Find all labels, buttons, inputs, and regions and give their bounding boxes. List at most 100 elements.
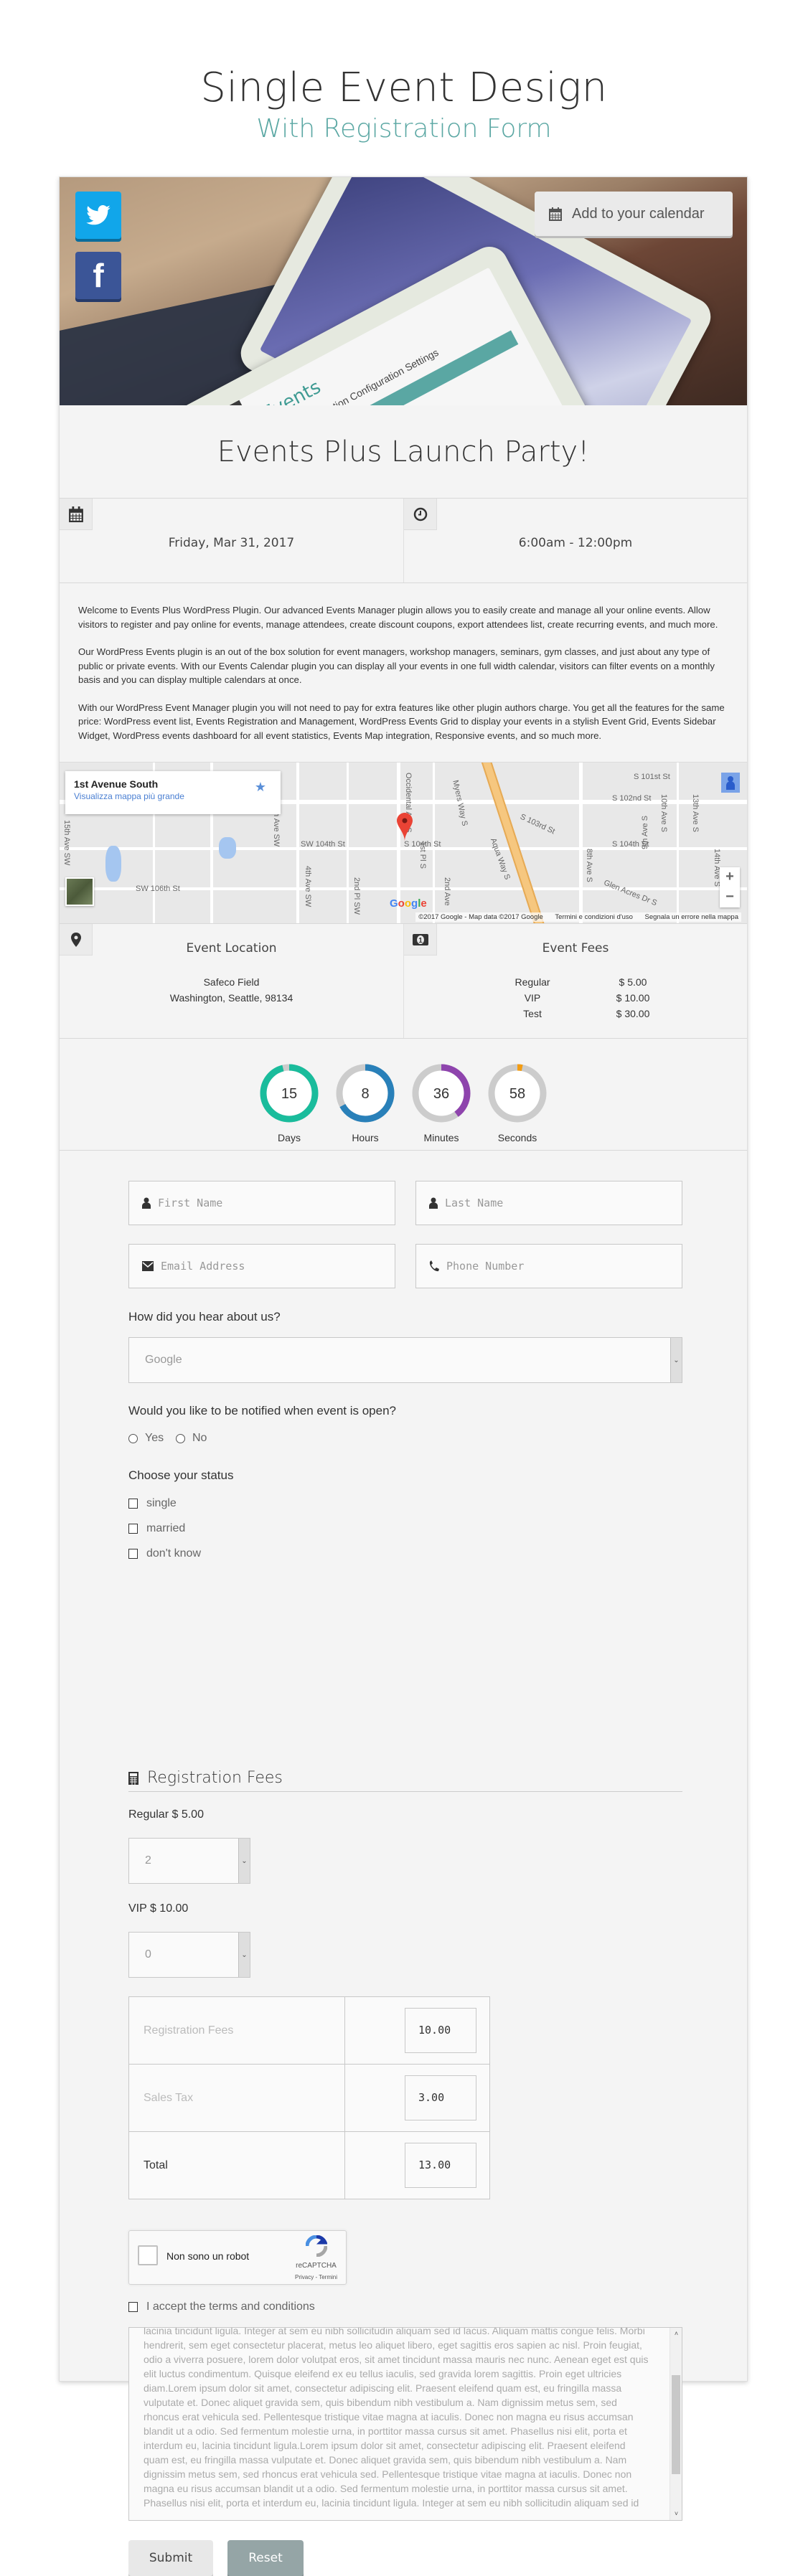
recaptcha-checkbox[interactable] — [138, 2245, 158, 2265]
reset-button[interactable]: Reset — [227, 2540, 304, 2576]
status-single-checkbox[interactable]: single — [128, 1497, 177, 1510]
summary-value: 10.00 — [405, 2008, 476, 2053]
checkbox[interactable] — [128, 1524, 138, 1534]
star-icon[interactable]: ★ — [255, 780, 266, 795]
phone-input[interactable] — [446, 1260, 676, 1273]
facebook-share-button[interactable]: f — [75, 252, 121, 299]
description-paragraph: Our WordPress Events plugin is an out of… — [78, 646, 715, 685]
chevron-down-icon: ⌄ — [238, 1839, 250, 1883]
status-married-checkbox[interactable]: married — [128, 1522, 185, 1535]
status-dontknow-checkbox[interactable]: don't know — [128, 1547, 201, 1560]
map-pin-icon[interactable] — [397, 813, 413, 841]
email-input[interactable] — [161, 1260, 390, 1273]
map-street-label: 2nd Ave — [443, 877, 451, 906]
calendar-icon — [549, 207, 562, 221]
first-name-input[interactable] — [158, 1197, 387, 1209]
location-venue: Safeco Field — [203, 976, 260, 988]
fees-heading: Event Fees — [542, 941, 609, 956]
location-address: Washington, Seattle, 98134 — [169, 992, 293, 1004]
regular-quantity-select[interactable]: 2 ⌄ — [128, 1838, 250, 1884]
countdown-ring: 58 — [488, 1064, 547, 1123]
radio-button[interactable] — [176, 1433, 185, 1443]
scroll-up-icon[interactable]: ˄ — [670, 2328, 682, 2340]
vip-quantity-select[interactable]: 0 ⌄ — [128, 1932, 250, 1978]
radio-button[interactable] — [128, 1433, 138, 1443]
summary-row: Total 13.00 — [128, 2131, 490, 2199]
recaptcha-icon — [305, 2235, 328, 2257]
summary-label: Sales Tax — [128, 2064, 345, 2132]
scrollbar-thumb[interactable] — [672, 2375, 680, 2474]
countdown-seconds: 58 Seconds — [479, 1063, 555, 1150]
user-icon — [142, 1197, 151, 1209]
event-card: Events Event Registration Configuration … — [59, 176, 748, 2576]
fees-summary-table: Registration Fees 10.00 Sales Tax 3.00 T… — [128, 1996, 490, 2199]
submit-button[interactable]: Submit — [128, 2540, 213, 2576]
summary-row: Registration Fees 10.00 — [128, 1996, 490, 2065]
fee-row: Test $ 30.00 — [523, 1008, 650, 1019]
terms-textarea[interactable]: lacinia tincidunt ligula. Integer at sem… — [128, 2327, 682, 2521]
notify-no-radio[interactable]: No — [176, 1432, 207, 1445]
map-street-label: SW 106th St — [136, 884, 180, 893]
countdown-hours: 8 Hours — [327, 1063, 403, 1150]
map-street-label: 1st Pl S — [418, 841, 427, 869]
map-street-label: 4th Ave SW — [304, 866, 312, 907]
notify-question-label: Would you like to be notified when event… — [128, 1404, 396, 1417]
fee-row: VIP $ 10.00 — [524, 992, 650, 1004]
map-terms-link[interactable]: Termini e condizioni d'uso — [545, 913, 632, 921]
map-report-link[interactable]: Segnala un errore nella mappa — [635, 913, 738, 921]
countdown-days: 15 Days — [251, 1063, 327, 1150]
add-to-calendar-label: Add to your calendar — [572, 205, 705, 222]
fees-table: Regular $ 5.00 VIP $ 10.00 Test $ 30.00 — [475, 974, 676, 1022]
recaptcha-logo: reCAPTCHA Privacy - Termini — [295, 2235, 337, 2283]
event-time-cell: 6:00am - 12:00pm — [403, 499, 747, 582]
map-zoom-in-button[interactable]: + — [720, 867, 740, 887]
recaptcha-links[interactable]: Privacy - Termini — [295, 2274, 337, 2280]
countdown-label: Hours — [352, 1132, 379, 1143]
registration-fees-heading: Registration Fees — [147, 1769, 283, 1787]
street-view-pegman-icon[interactable] — [721, 773, 740, 793]
phone-field[interactable] — [415, 1244, 682, 1288]
checkbox[interactable] — [128, 2302, 138, 2312]
terms-scrollbar[interactable]: ˄ ˅ — [670, 2328, 682, 2520]
countdown-timer: 15 Days 8 Hours 36 Minutes 58 Seconds — [60, 1039, 747, 1151]
svg-text:1: 1 — [418, 937, 423, 945]
scroll-down-icon[interactable]: ˅ — [670, 2508, 682, 2520]
summary-row: Sales Tax 3.00 — [128, 2064, 490, 2132]
summary-label: Total — [128, 2131, 345, 2199]
satellite-toggle-button[interactable] — [65, 877, 94, 906]
countdown-value: 15 — [281, 1086, 297, 1102]
page-title: Single Event Design — [200, 65, 608, 111]
event-map[interactable]: S 101st St S 102nd St S 103rd St S 104th… — [60, 762, 747, 924]
map-info-box: 1st Avenue South Visualizza mappa più gr… — [65, 771, 281, 814]
ticket-label: Regular $ 5.00 — [128, 1808, 204, 1821]
map-larger-link[interactable]: Visualizza mappa più grande — [74, 791, 184, 801]
summary-value: 13.00 — [405, 2143, 476, 2188]
first-name-field[interactable] — [128, 1181, 395, 1225]
twitter-share-button[interactable] — [75, 192, 121, 239]
checkbox[interactable] — [128, 1499, 138, 1509]
countdown-label: Days — [278, 1132, 301, 1143]
event-date-cell: Friday, Mar 31, 2017 — [60, 499, 403, 582]
accept-terms-checkbox[interactable]: I accept the terms and conditions — [128, 2301, 315, 2313]
map-street-label: SW 104th St — [301, 840, 345, 849]
hear-question-label: How did you hear about us? — [128, 1310, 281, 1324]
recaptcha-label: Non sono un robot — [166, 2250, 250, 2262]
page-subtitle: With Registration Form — [256, 113, 552, 143]
event-title-row: Events Plus Launch Party! — [60, 405, 747, 499]
last-name-input[interactable] — [445, 1197, 675, 1209]
date-icon-box — [60, 499, 93, 530]
page-header: Single Event Design With Registration Fo… — [0, 0, 808, 178]
countdown-value: 58 — [509, 1086, 525, 1102]
last-name-field[interactable] — [415, 1181, 682, 1225]
map-zoom-out-button[interactable]: − — [720, 887, 740, 907]
location-heading: Event Location — [186, 941, 277, 956]
hear-about-select[interactable]: Google ⌄ — [128, 1337, 682, 1383]
facebook-icon: f — [93, 257, 104, 294]
chevron-down-icon: ⌄ — [238, 1933, 250, 1977]
notify-yes-radio[interactable]: Yes — [128, 1432, 164, 1445]
map-street-label: 8th Ave S — [585, 849, 593, 882]
email-field[interactable] — [128, 1244, 395, 1288]
add-to-calendar-button[interactable]: Add to your calendar — [535, 192, 733, 236]
checkbox[interactable] — [128, 1549, 138, 1559]
calculator-icon — [128, 1771, 138, 1785]
